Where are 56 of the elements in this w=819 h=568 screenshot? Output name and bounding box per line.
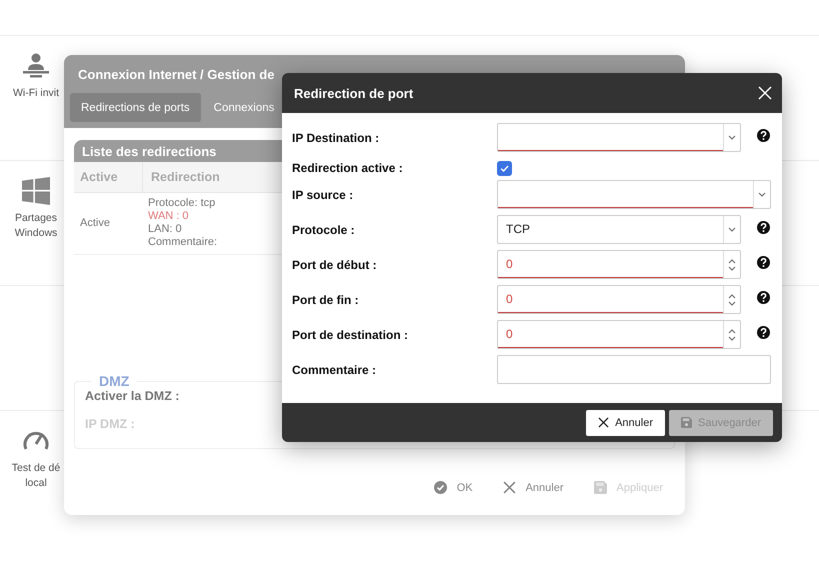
- field-label: Activer la DMZ :: [85, 389, 180, 403]
- tile-label[interactable]: Test de dé local: [12, 461, 60, 491]
- window-title: Connexion Internet / Gestion de: [78, 66, 274, 82]
- number-field[interactable]: 0: [497, 320, 741, 349]
- close-icon: [502, 481, 516, 494]
- person-icon: [22, 52, 50, 80]
- table-cell-text: LAN: 0: [148, 223, 183, 236]
- field-label: Port de destination :: [292, 328, 410, 342]
- panel-legend: DMZ: [91, 373, 138, 389]
- field-value: 0: [506, 292, 513, 306]
- dropdown-field[interactable]: [497, 123, 741, 152]
- field-value: TCP: [506, 222, 530, 236]
- chevron-down-icon[interactable]: [728, 227, 736, 232]
- tile-label[interactable]: Partages Windows: [14, 211, 58, 241]
- chevron-down-icon[interactable]: [728, 135, 736, 140]
- field-value: 0: [506, 327, 513, 341]
- windows-icon: [22, 177, 50, 205]
- field-label: Redirection active :: [292, 161, 404, 175]
- floppy-icon: [681, 417, 692, 428]
- field-label: Protocole :: [292, 222, 356, 236]
- tile-label[interactable]: Wi-Fi invit: [12, 86, 60, 101]
- spinner-icon[interactable]: [728, 292, 736, 306]
- dropdown-field[interactable]: [497, 180, 771, 209]
- input-field[interactable]: [497, 355, 771, 384]
- floppy-icon: [594, 481, 607, 494]
- help-icon[interactable]: [757, 221, 770, 234]
- checkbox[interactable]: [497, 160, 512, 176]
- chevron-down-icon[interactable]: [758, 192, 766, 197]
- help-icon[interactable]: [757, 291, 770, 304]
- number-field[interactable]: 0: [497, 250, 741, 279]
- table-cell-text: Active: [79, 217, 111, 229]
- field-label: Port de début :: [292, 258, 378, 272]
- footer-button[interactable]: Annuler: [498, 481, 568, 494]
- tab[interactable]: Redirections de ports: [70, 93, 201, 122]
- table-cell: Commentaire:: [148, 236, 218, 249]
- close-icon[interactable]: [758, 86, 772, 100]
- footer-button[interactable]: OK: [430, 481, 477, 494]
- field-value: 0: [506, 257, 513, 271]
- close-icon: [598, 417, 610, 428]
- table-cell-text: Protocole: tcp: [148, 197, 216, 210]
- spinner-icon[interactable]: [728, 258, 736, 272]
- field-label: IP source :: [292, 188, 354, 202]
- number-field[interactable]: 0: [497, 285, 741, 314]
- dropdown-field[interactable]: TCP: [497, 215, 741, 244]
- field-label: Port de fin :: [292, 292, 360, 306]
- field-label: Commentaire :: [292, 362, 378, 376]
- help-icon[interactable]: [757, 129, 770, 142]
- spinner-icon[interactable]: [728, 328, 736, 342]
- help-icon[interactable]: [757, 326, 770, 339]
- table-cell-text: WAN : 0: [148, 210, 190, 223]
- help-icon[interactable]: [757, 256, 770, 269]
- dialog-title: Redirection de port: [294, 86, 414, 100]
- tab[interactable]: Connexions: [202, 93, 286, 122]
- column-header: Active: [74, 162, 143, 192]
- dialog-button[interactable]: Annuler: [586, 410, 665, 436]
- check-circle-icon: [434, 481, 447, 494]
